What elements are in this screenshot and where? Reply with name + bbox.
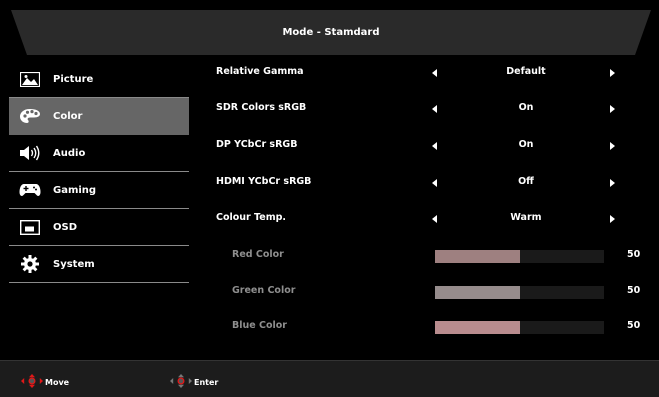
mode-header: Mode - Stamdard	[11, 10, 651, 55]
move-label: Move	[45, 378, 70, 387]
setting-row-colour-temp[interactable]: Colour Temp. Warm	[216, 210, 646, 228]
setting-row-sdr-colors-srgb[interactable]: SDR Colors sRGB On	[216, 100, 646, 118]
sidebar-item-label: OSD	[53, 221, 78, 233]
slider-row-green-color[interactable]: Green Color 50	[216, 283, 646, 301]
red-color-slider[interactable]	[435, 250, 604, 263]
sidebar-item-osd[interactable]: OSD	[9, 209, 189, 246]
arrow-left-icon[interactable]	[432, 105, 437, 113]
palette-icon	[19, 107, 41, 125]
sidebar-item-system[interactable]: System	[9, 246, 189, 283]
arrow-left-icon[interactable]	[432, 142, 437, 150]
sidebar-item-audio[interactable]: Audio	[9, 135, 189, 172]
arrow-right-icon[interactable]	[610, 69, 615, 77]
slider-row-red-color[interactable]: Red Color 50	[216, 247, 646, 265]
sidebar-item-label: Picture	[53, 73, 94, 85]
setting-value: Default	[506, 66, 546, 77]
sidebar-item-picture[interactable]: Picture	[9, 61, 189, 98]
slider-label: Green Color	[232, 285, 296, 296]
arrow-right-icon[interactable]	[610, 179, 615, 187]
arrow-right-icon[interactable]	[610, 105, 615, 113]
sidebar: Picture Color Audio Gaming OSD System	[9, 61, 189, 283]
arrow-left-icon[interactable]	[432, 215, 437, 223]
arrow-right-icon[interactable]	[610, 142, 615, 150]
slider-value: 50	[627, 320, 641, 331]
setting-label: HDMI YCbCr sRGB	[216, 176, 312, 187]
arrow-left-icon[interactable]	[432, 179, 437, 187]
osd-menu: Mode - Stamdard Picture Color Audio Gami…	[0, 0, 659, 397]
blue-color-slider[interactable]	[435, 321, 604, 334]
setting-value: On	[518, 139, 534, 150]
slider-value: 50	[627, 285, 641, 296]
setting-label: DP YCbCr sRGB	[216, 139, 298, 150]
setting-row-relative-gamma[interactable]: Relative Gamma Default	[216, 64, 646, 82]
sidebar-item-gaming[interactable]: Gaming	[9, 172, 189, 209]
setting-row-hdmi-ycbcr-srgb[interactable]: HDMI YCbCr sRGB Off	[216, 174, 646, 192]
joystick-move-icon	[21, 373, 43, 392]
slider-fill	[435, 321, 520, 334]
speaker-icon	[19, 144, 41, 162]
gear-icon	[19, 255, 41, 273]
move-hint: Move	[21, 373, 69, 392]
setting-value: Warm	[510, 212, 542, 223]
slider-label: Red Color	[232, 249, 284, 260]
osd-window-icon	[19, 218, 41, 236]
slider-row-blue-color[interactable]: Blue Color 50	[216, 318, 646, 336]
setting-value: On	[518, 102, 534, 113]
slider-fill	[435, 286, 520, 299]
green-color-slider[interactable]	[435, 286, 604, 299]
slider-value: 50	[627, 249, 641, 260]
setting-label: Colour Temp.	[216, 212, 287, 223]
gamepad-icon	[19, 181, 41, 199]
arrow-left-icon[interactable]	[432, 69, 437, 77]
slider-fill	[435, 250, 520, 263]
setting-row-dp-ycbcr-srgb[interactable]: DP YCbCr sRGB On	[216, 137, 646, 155]
setting-label: Relative Gamma	[216, 66, 304, 77]
joystick-enter-icon	[170, 373, 192, 392]
setting-label: SDR Colors sRGB	[216, 102, 307, 113]
footer-hints: Move Enter	[0, 360, 659, 397]
slider-label: Blue Color	[232, 320, 287, 331]
enter-label: Enter	[194, 378, 219, 387]
mode-title: Mode - Stamdard	[282, 27, 380, 38]
sidebar-item-label: System	[53, 258, 95, 270]
arrow-right-icon[interactable]	[610, 215, 615, 223]
sidebar-item-label: Gaming	[53, 184, 97, 196]
sidebar-item-color[interactable]: Color	[9, 98, 189, 135]
enter-hint: Enter	[170, 373, 218, 392]
picture-icon	[19, 70, 41, 88]
sidebar-item-label: Color	[53, 110, 83, 122]
setting-value: Off	[518, 176, 534, 187]
sidebar-item-label: Audio	[53, 147, 86, 159]
